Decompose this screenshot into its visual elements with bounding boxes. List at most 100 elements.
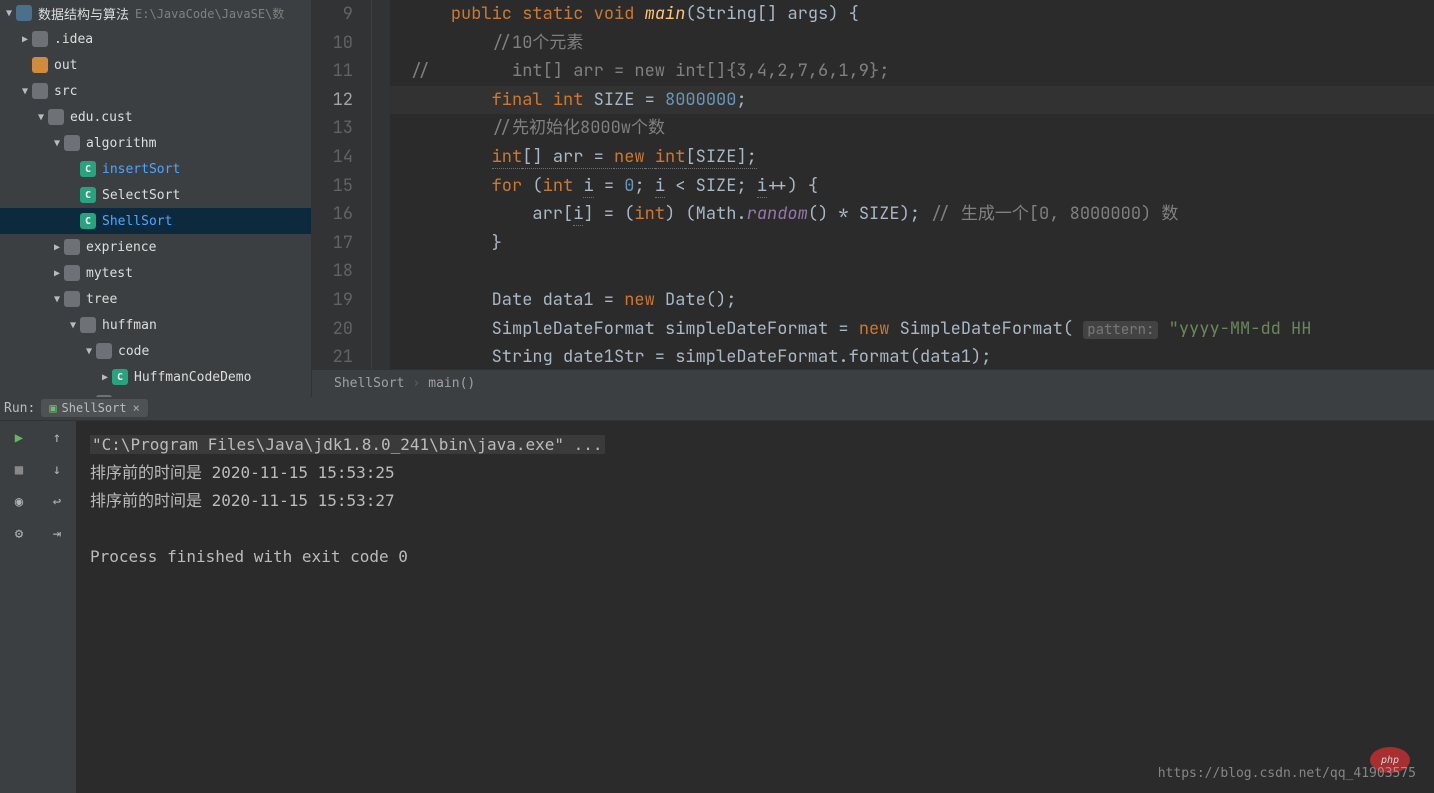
code-line[interactable]: Date data1 = new Date(); [390,286,1434,315]
tree-item-label: huffman [102,318,157,333]
code-line[interactable] [390,257,1434,286]
line-number[interactable]: 17 [312,229,371,258]
console-line: 排序前的时间是 2020-11-15 15:53:25 [90,459,1420,487]
line-number[interactable]: 12 [312,86,371,115]
tree-item-label: tree [86,292,117,307]
pkg-icon [96,343,112,359]
line-number[interactable]: 18 [312,257,371,286]
tree-item-educust[interactable]: edu.cust [0,104,311,130]
run-config-icon: ▣ [49,401,56,415]
code-line[interactable]: SimpleDateFormat simpleDateFormat = new … [390,315,1434,344]
code-line[interactable]: public static void main(String[] args) { [390,0,1434,29]
pkg-icon [64,291,80,307]
tree-item-mytest[interactable]: mytest [0,260,311,286]
chevron-icon[interactable] [34,112,48,123]
tree-item-shellsort[interactable]: CShellSort [0,208,311,234]
code-line[interactable]: // int[] arr = new int[]{3,4,2,7,6,1,9}; [390,57,1434,86]
chevron-icon[interactable] [2,8,16,19]
run-tab-label: ShellSort [62,401,127,415]
watermark: https://blog.csdn.net/qq_41903575 [1158,766,1416,781]
tree-item-label: insertSort [102,162,180,177]
class-icon: C [80,187,96,203]
camera-icon[interactable]: ◉ [8,491,30,513]
run-label: Run: [4,401,35,416]
code-line[interactable]: } [390,229,1434,258]
class-icon: C [112,369,128,385]
console-line: Process finished with exit code 0 [90,543,1420,571]
line-number[interactable]: 16 [312,200,371,229]
pkg-icon [64,135,80,151]
tree-item-[interactable]: 数据结构与算法E:\JavaCode\JavaSE\数 [0,0,311,26]
tree-item-huffman[interactable]: huffman [0,312,311,338]
tree-item-huffmancodedemo[interactable]: C HuffmanCodeDemo [0,364,311,390]
chevron-icon[interactable] [50,294,64,305]
tree-item-out[interactable]: out [0,52,311,78]
breadcrumb[interactable]: ShellSort › main() [312,369,1434,397]
line-number[interactable]: 21 [312,343,371,368]
code-line[interactable]: //10个元素 [390,29,1434,58]
debug-icon[interactable]: ⚙ [8,523,30,545]
close-icon[interactable]: × [133,401,140,415]
line-number[interactable]: 11 [312,57,371,86]
console-line: "C:\Program Files\Java\jdk1.8.0_241\bin\… [90,431,1420,459]
line-number[interactable]: 19 [312,286,371,315]
tree-item-insertsort[interactable]: CinsertSort [0,156,311,182]
pkg-icon [48,109,64,125]
tree-item-algorithm[interactable]: algorithm [0,130,311,156]
breadcrumb-method[interactable]: main() [428,376,475,391]
folder-icon [32,31,48,47]
stop-button[interactable]: ■ [8,459,30,481]
chevron-icon[interactable] [82,346,96,357]
code-line[interactable]: final int SIZE = 8000000; [390,86,1434,115]
tree-item-idea[interactable]: .idea [0,26,311,52]
console-line: 排序前的时间是 2020-11-15 15:53:27 [90,487,1420,515]
line-number[interactable]: 14 [312,143,371,172]
line-number[interactable]: 10 [312,29,371,58]
up-icon[interactable]: ↑ [46,427,68,449]
chevron-icon[interactable] [98,372,112,383]
run-tab[interactable]: ▣ ShellSort × [41,399,148,417]
tree-item-label: edu.cust [70,110,133,125]
code-line[interactable]: arr[i] = (int) (Math.random() * SIZE); /… [390,200,1434,229]
tree-item-label: HuffmanCodeDemo [134,370,251,385]
code-line[interactable]: String date1Str = simpleDateFormat.forma… [390,343,1434,368]
tree-item-label: 数据结构与算法 [38,4,129,23]
chevron-icon[interactable] [50,138,64,149]
rerun-button[interactable]: ▶ [8,427,30,449]
line-number[interactable]: 20 [312,315,371,344]
chevron-icon[interactable] [66,320,80,331]
run-tool-column-2: ↑ ↓ ↩ ⇥ [38,421,76,793]
tree-item-label: SelectSort [102,188,180,203]
chevron-icon[interactable] [50,242,64,253]
tree-item-selectsort[interactable]: C SelectSort [0,182,311,208]
tree-item-label: out [54,58,77,73]
console-output[interactable]: "C:\Program Files\Java\jdk1.8.0_241\bin\… [76,421,1434,793]
code-line[interactable]: int[] arr = new int[SIZE]; [390,143,1434,172]
breadcrumb-class[interactable]: ShellSort [334,376,404,391]
pkg-icon [64,265,80,281]
chevron-icon[interactable] [50,268,64,279]
folder-icon [32,83,48,99]
console-line [90,515,1420,543]
line-number[interactable]: 15 [312,172,371,201]
line-number[interactable]: 13 [312,114,371,143]
tree-item-code[interactable]: code [0,338,311,364]
line-number[interactable]: 9 [312,0,371,29]
soft-wrap-icon[interactable]: ↩ [46,491,68,513]
code-line[interactable]: for (int i = 0; i < SIZE; i++) { [390,172,1434,201]
code-line[interactable]: //先初始化8000w个数 [390,114,1434,143]
tree-item-exprience[interactable]: exprience [0,234,311,260]
editor: 9101112131415161718192021222324252627282… [312,0,1434,397]
chevron-icon[interactable] [18,34,32,45]
chevron-icon[interactable] [18,86,32,97]
tree-item-label: .idea [54,32,93,47]
tree-item-src[interactable]: src [0,78,311,104]
down-icon[interactable]: ↓ [46,459,68,481]
folder-o-icon [32,57,48,73]
tree-item-label: ShellSort [102,214,172,229]
scroll-to-end-icon[interactable]: ⇥ [46,523,68,545]
run-header: Run: ▣ ShellSort × [0,397,1434,421]
tree-item-tree[interactable]: tree [0,286,311,312]
code-body[interactable]: public static void main(String[] args) {… [390,0,1434,369]
project-tree[interactable]: 数据结构与算法E:\JavaCode\JavaSE\数 .idea out src ed… [0,0,312,397]
